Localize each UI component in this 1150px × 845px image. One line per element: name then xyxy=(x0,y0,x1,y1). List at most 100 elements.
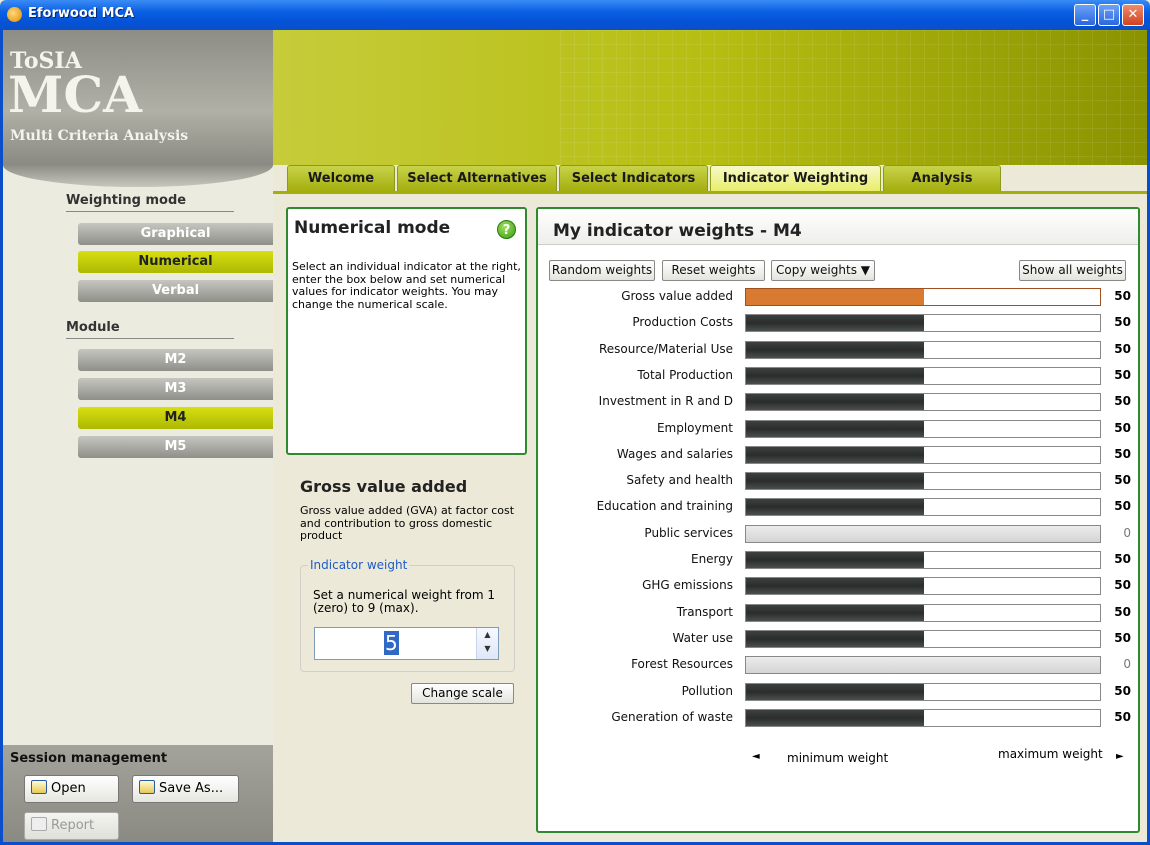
indicator-label[interactable]: Safety and health xyxy=(545,473,733,487)
window-title-bar[interactable] xyxy=(0,0,1150,30)
indicator-weight-bar[interactable] xyxy=(745,604,1101,622)
indicator-weight-bar[interactable] xyxy=(745,472,1101,490)
save-as-button[interactable]: Save As... xyxy=(132,775,239,803)
weight-bar-fill xyxy=(746,605,924,621)
report-button[interactable]: Report xyxy=(24,812,119,840)
tab-welcome[interactable]: Welcome xyxy=(287,165,395,191)
module-m5-button[interactable]: M5 xyxy=(78,436,273,458)
weight-bar-fill xyxy=(746,552,924,568)
save-icon xyxy=(139,780,155,794)
open-button[interactable]: Open xyxy=(24,775,119,803)
tab-indicator-weighting[interactable]: Indicator Weighting xyxy=(710,165,881,191)
indicator-weight-bar[interactable] xyxy=(745,709,1101,727)
indicator-weight-value: 0 xyxy=(1123,657,1131,671)
indicator-weight-value: 0 xyxy=(1123,526,1131,540)
indicator-weight-bar[interactable] xyxy=(745,341,1101,359)
indicator-label[interactable]: Generation of waste xyxy=(545,710,733,724)
module-m4-button[interactable]: M4 xyxy=(78,407,273,429)
indicator-label[interactable]: Production Costs xyxy=(545,315,733,329)
close-button[interactable]: ✕ xyxy=(1122,4,1144,26)
weight-bar-fill xyxy=(746,315,924,331)
reset-weights-button[interactable]: Reset weights xyxy=(662,260,765,281)
minimize-button[interactable]: _ xyxy=(1074,4,1096,26)
indicator-weight-bar[interactable] xyxy=(745,393,1101,411)
indicator-label[interactable]: Forest Resources xyxy=(545,657,733,671)
indicator-weight-bar[interactable] xyxy=(745,551,1101,569)
change-scale-button[interactable]: Change scale xyxy=(411,683,514,704)
tab-select-indicators[interactable]: Select Indicators xyxy=(559,165,708,191)
indicator-weight-bar[interactable] xyxy=(745,288,1101,306)
indicator-label[interactable]: Gross value added xyxy=(545,289,733,303)
module-m2-button[interactable]: M2 xyxy=(78,349,273,371)
module-m3-button[interactable]: M3 xyxy=(78,378,273,400)
indicator-label[interactable]: Investment in R and D xyxy=(545,394,733,408)
weight-bar-fill xyxy=(746,447,924,463)
help-icon[interactable]: ? xyxy=(497,220,516,239)
indicator-weight-value: 50 xyxy=(1114,368,1131,382)
report-label: Report xyxy=(51,818,95,833)
indicator-weight-bar[interactable] xyxy=(745,498,1101,516)
indicator-description: Gross value added (GVA) at factor cost a… xyxy=(300,504,515,542)
weight-bar-fill xyxy=(746,394,924,410)
banner-pattern xyxy=(560,30,1147,165)
weight-bar-fill xyxy=(746,473,924,489)
arrow-left-icon: ◄ xyxy=(752,751,760,762)
indicator-label[interactable]: Transport xyxy=(545,605,733,619)
weight-bar-fill xyxy=(746,684,924,700)
mode-verbal-button[interactable]: Verbal xyxy=(78,280,273,302)
weight-spinner[interactable] xyxy=(314,627,499,660)
indicator-weight-value: 50 xyxy=(1114,631,1131,645)
axis-min-label: minimum weight xyxy=(787,751,889,765)
weight-bar-fill xyxy=(746,289,924,305)
mode-numerical-button[interactable]: Numerical xyxy=(78,251,273,273)
indicator-label[interactable]: Pollution xyxy=(545,684,733,698)
indicator-weight-bar[interactable] xyxy=(745,525,1101,543)
indicator-weight-value: 50 xyxy=(1114,499,1131,513)
indicator-weight-bar[interactable] xyxy=(745,630,1101,648)
indicator-weight-value: 50 xyxy=(1114,578,1131,592)
indicator-label[interactable]: Total Production xyxy=(545,368,733,382)
show-all-weights-button[interactable]: Show all weights xyxy=(1019,260,1126,281)
indicator-weight-bar[interactable] xyxy=(745,656,1101,674)
indicator-label[interactable]: Public services xyxy=(545,526,733,540)
indicator-label[interactable]: Education and training xyxy=(545,499,733,513)
indicator-label[interactable]: Employment xyxy=(545,421,733,435)
mode-graphical-button[interactable]: Graphical xyxy=(78,223,273,245)
indicator-label[interactable]: Energy xyxy=(545,552,733,566)
open-label: Open xyxy=(51,781,86,796)
indicator-weight-bar[interactable] xyxy=(745,577,1101,595)
weight-bar-fill xyxy=(746,631,924,647)
weight-bar-fill xyxy=(746,368,924,384)
save-as-label: Save As... xyxy=(159,781,224,796)
indicator-label[interactable]: GHG emissions xyxy=(545,578,733,592)
indicator-weight-bar[interactable] xyxy=(745,367,1101,385)
indicator-weight-bar[interactable] xyxy=(745,314,1101,332)
report-icon xyxy=(31,817,47,831)
tab-analysis[interactable]: Analysis xyxy=(883,165,1001,191)
maximize-button[interactable]: □ xyxy=(1098,4,1120,26)
arrow-right-icon: ► xyxy=(1116,751,1124,762)
spin-up-icon[interactable]: ▲ xyxy=(477,628,498,642)
indicator-weight-value: 50 xyxy=(1114,394,1131,408)
logo-main: MCA xyxy=(8,65,142,124)
random-weights-button[interactable]: Random weights xyxy=(549,260,655,281)
spinner-buttons[interactable]: ▲ ▼ xyxy=(476,628,498,659)
copy-weights-dropdown[interactable]: Copy weights ▼ xyxy=(771,260,875,281)
indicator-weight-bar[interactable] xyxy=(745,420,1101,438)
indicator-weight-value: 50 xyxy=(1114,710,1131,724)
indicator-weight-bar[interactable] xyxy=(745,683,1101,701)
indicator-weight-bar[interactable] xyxy=(745,446,1101,464)
weight-value-input[interactable]: 5 xyxy=(384,631,399,655)
indicator-label[interactable]: Resource/Material Use xyxy=(545,342,733,356)
indicator-title: Gross value added xyxy=(300,477,468,496)
open-icon xyxy=(31,780,47,794)
spin-down-icon[interactable]: ▼ xyxy=(477,642,498,656)
indicator-label[interactable]: Water use xyxy=(545,631,733,645)
indicator-label[interactable]: Wages and salaries xyxy=(545,447,733,461)
tab-select-alternatives[interactable]: Select Alternatives xyxy=(397,165,557,191)
window-title: Eforwood MCA xyxy=(28,6,135,21)
numerical-mode-title: Numerical mode xyxy=(294,218,451,238)
indicator-weight-legend: Indicator weight xyxy=(308,558,410,572)
numerical-mode-panel xyxy=(286,207,527,455)
weight-bar-fill xyxy=(746,657,1100,673)
